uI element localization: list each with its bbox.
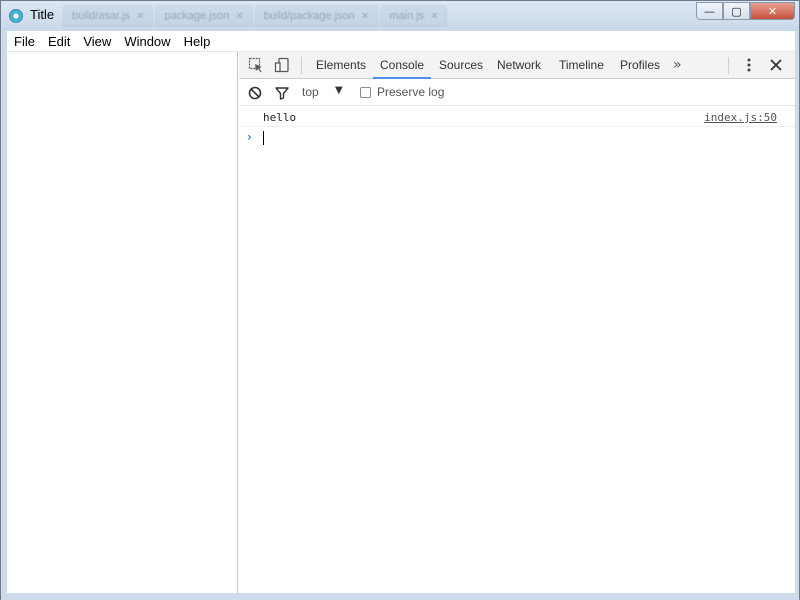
window-frame-bottom bbox=[1, 593, 799, 600]
close-devtools-icon[interactable] bbox=[767, 56, 785, 74]
minimize-icon: — bbox=[704, 4, 715, 18]
background-tab: main.js ✕ bbox=[380, 5, 448, 27]
preserve-log-toggle[interactable]: Preserve log bbox=[360, 85, 444, 99]
menu-view[interactable]: View bbox=[76, 34, 117, 49]
background-tab-label: build/asar.js bbox=[72, 10, 131, 22]
menu-window[interactable]: Window bbox=[117, 34, 176, 49]
background-tab-label: main.js bbox=[389, 10, 425, 22]
console-message: hello index.js:50 bbox=[239, 107, 795, 127]
client-area: Elements Console Sources Network Timelin… bbox=[7, 51, 795, 594]
background-tab-label: package.json bbox=[164, 10, 230, 22]
console-toolbar: top ▼ Preserve log bbox=[239, 80, 795, 106]
inspect-element-icon[interactable] bbox=[247, 56, 265, 74]
devtools-panel: Elements Console Sources Network Timelin… bbox=[239, 52, 795, 594]
tab-timeline[interactable]: Timeline bbox=[559, 52, 604, 79]
tab-elements[interactable]: Elements bbox=[316, 52, 366, 79]
clear-console-icon[interactable] bbox=[247, 85, 263, 101]
app-window: Title build/asar.js ✕ package.json ✕ build… bbox=[0, 0, 800, 600]
menu-bar: File Edit View Window Help bbox=[7, 31, 795, 51]
kebab-menu-icon[interactable] bbox=[740, 56, 758, 74]
page-content-pane[interactable] bbox=[7, 52, 238, 594]
preserve-log-checkbox[interactable] bbox=[360, 86, 371, 98]
filter-icon[interactable] bbox=[274, 85, 290, 101]
tab-console[interactable]: Console bbox=[373, 52, 432, 79]
console-output: hello index.js:50 › bbox=[239, 107, 795, 594]
devtools-tab-bar: Elements Console Sources Network Timelin… bbox=[239, 52, 795, 79]
toolbar-divider bbox=[301, 57, 302, 74]
prompt-chevron-icon: › bbox=[247, 130, 252, 144]
preserve-log-label: Preserve log bbox=[377, 85, 445, 99]
background-tab: package.json ✕ bbox=[155, 5, 253, 27]
menu-help[interactable]: Help bbox=[177, 34, 217, 49]
background-tab-label: build/package.json bbox=[263, 10, 355, 22]
close-icon: ✕ bbox=[430, 10, 439, 22]
maximize-icon: ▢ bbox=[731, 4, 742, 18]
maximize-button[interactable]: ▢ bbox=[723, 2, 750, 20]
tab-sources[interactable]: Sources bbox=[439, 52, 483, 79]
context-selector[interactable]: top bbox=[302, 85, 319, 99]
title-bar[interactable]: Title build/asar.js ✕ package.json ✕ build… bbox=[1, 1, 799, 31]
window-title: Title bbox=[30, 7, 55, 22]
close-icon: ✕ bbox=[235, 10, 244, 22]
console-prompt[interactable]: › bbox=[239, 129, 795, 147]
close-button[interactable]: ✕ bbox=[750, 2, 795, 20]
background-tabs: build/asar.js ✕ package.json ✕ build/packa… bbox=[63, 5, 448, 27]
menu-edit[interactable]: Edit bbox=[41, 34, 76, 49]
window-controls: — ▢ ✕ bbox=[696, 2, 795, 20]
close-icon: ✕ bbox=[767, 4, 778, 18]
console-message-text: hello bbox=[263, 111, 297, 124]
close-icon: ✕ bbox=[136, 10, 145, 22]
console-input[interactable] bbox=[261, 130, 781, 146]
app-icon bbox=[9, 9, 23, 23]
menu-file[interactable]: File bbox=[7, 34, 41, 49]
tab-profiles[interactable]: Profiles bbox=[620, 52, 660, 79]
background-tab: build/package.json ✕ bbox=[254, 5, 379, 27]
text-cursor bbox=[263, 131, 264, 145]
more-tabs-icon[interactable]: » bbox=[673, 52, 682, 79]
toolbar-divider bbox=[728, 57, 729, 74]
background-tab: build/asar.js ✕ bbox=[63, 5, 154, 27]
dropdown-arrow-icon[interactable]: ▼ bbox=[335, 85, 343, 96]
close-icon: ✕ bbox=[360, 10, 370, 22]
minimize-button[interactable]: — bbox=[696, 2, 723, 20]
device-mode-icon[interactable] bbox=[273, 56, 291, 74]
tab-network[interactable]: Network bbox=[497, 52, 541, 79]
console-message-source-link[interactable]: index.js:50 bbox=[704, 111, 777, 124]
